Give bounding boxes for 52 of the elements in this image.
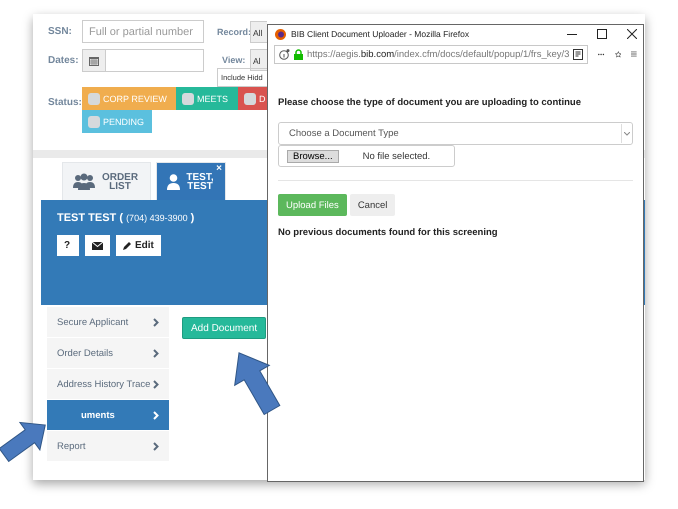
file-status: No file selected. [362,150,430,162]
envelope-icon [92,242,103,250]
reader-view-icon[interactable] [573,48,584,60]
file-input[interactable]: Browse... No file selected. [278,145,455,167]
chevron-icon [153,410,159,420]
close-tab-button[interactable]: × [216,164,222,173]
info-icon [279,48,290,60]
record-label: Record: [217,26,250,36]
document-type-select[interactable]: Choose a Document Type [278,122,633,145]
caret-icon [624,132,630,136]
person-icon [167,174,180,190]
chevron-icon [153,348,159,358]
more-icon[interactable] [598,52,605,56]
sidebar-item[interactable]: Address History Trace [47,369,169,400]
record-select[interactable]: All [250,20,267,42]
dates-label: Dates: [48,55,80,66]
help-button[interactable]: ? [57,235,79,256]
people-icon [73,172,95,190]
email-button[interactable] [85,235,110,256]
browser-logo-icon [275,28,286,40]
menu-icon[interactable] [631,49,637,59]
view-select[interactable]: Al [250,49,267,71]
pointer-arrow [0,422,46,462]
sidebar-item[interactable]: Secure Applicant [47,307,169,338]
dates-field[interactable] [82,49,204,72]
pointer-arrow [234,352,280,416]
lock-icon [294,48,303,60]
pencil-icon [123,241,132,250]
address-bar[interactable]: https://aegis.bib.com/index.cfm/docs/default/popup/1/frs_key/3 [274,44,588,64]
sidebar-item[interactable]: uments [47,400,169,431]
cancel-button[interactable]: Cancel [350,194,396,216]
status-filter-button[interactable]: D [238,87,268,110]
view-label: View: [222,55,246,65]
chevron-icon [153,442,159,450]
status-message: No previous documents found for this screening [278,227,499,238]
status-label: Status: [48,97,82,108]
chevron-icon [153,380,159,388]
maximize-icon[interactable] [597,29,607,39]
ssn-field[interactable]: Full or partial number [82,20,204,43]
sidebar-item[interactable]: Order Details [47,338,169,369]
ssn-label: SSN: [48,26,73,37]
window-title: BIB Client Document Uploader - Mozilla Firefox [291,29,470,39]
applicant-name: TEST TEST ( (704) 439-3900 ) [57,212,196,224]
tab[interactable]: ORDER LIST [62,162,151,200]
calendar-icon [89,56,99,66]
edit-button[interactable]: Edit [116,235,161,256]
chevron-icon [153,318,159,326]
browse-button[interactable]: Browse... [287,150,339,162]
close-icon[interactable] [627,29,637,39]
instruction-text: Please choose the type of document you are uploading to continue [278,97,582,108]
sidebar-item[interactable]: Report [47,431,169,462]
tab[interactable]: TEST, TEST × [156,162,226,200]
